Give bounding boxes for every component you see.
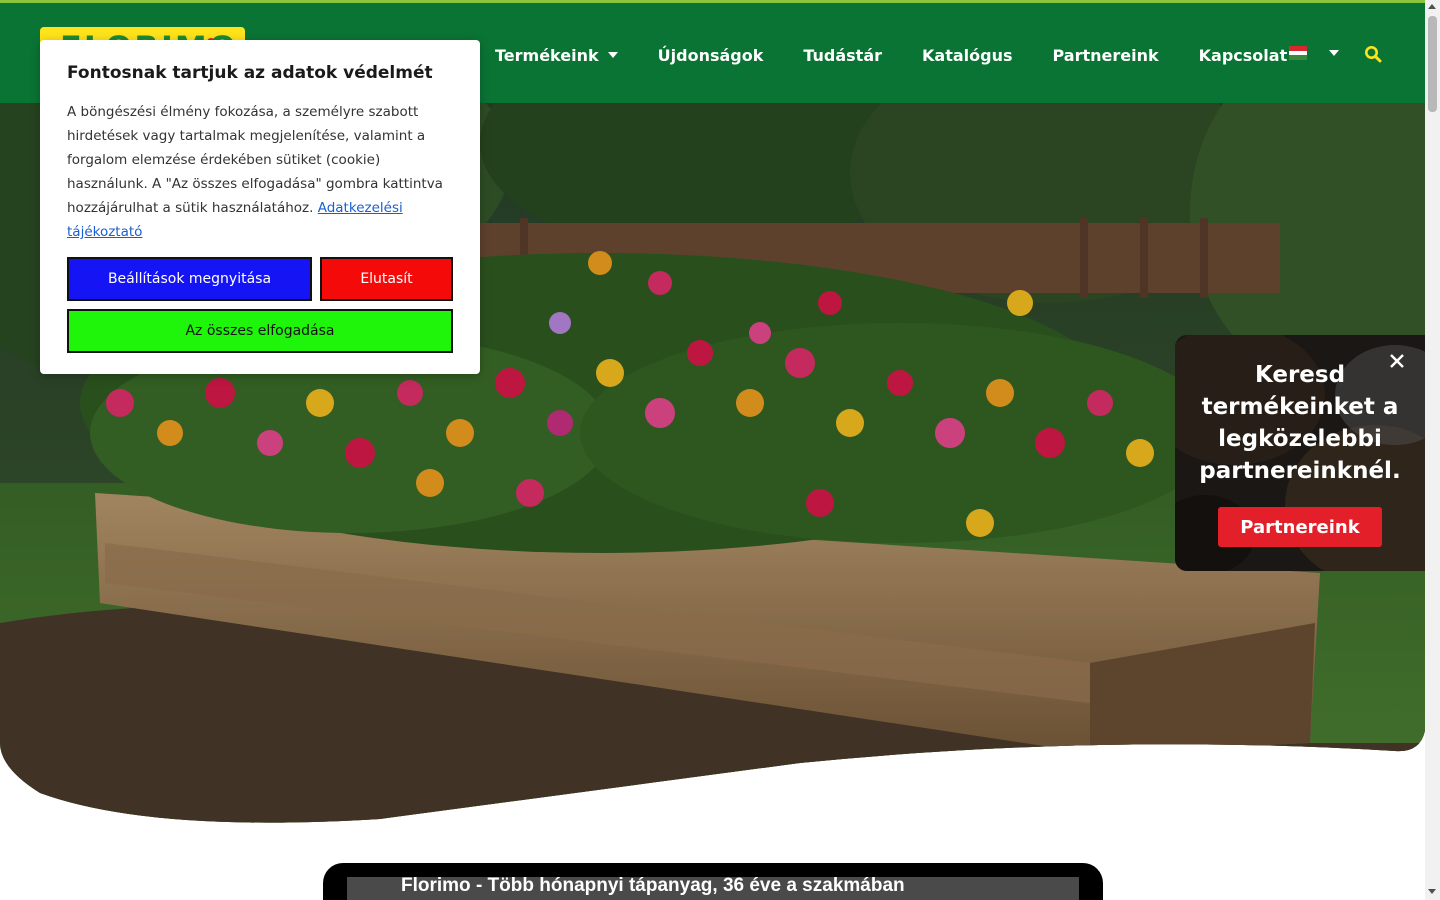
scroll-up-arrow-icon[interactable] bbox=[1428, 4, 1436, 9]
open-settings-button[interactable]: Beállítások megnyitása bbox=[67, 257, 312, 301]
nav-item-partnereink[interactable]: Partnereink bbox=[1053, 46, 1159, 65]
scroll-down-arrow-icon[interactable] bbox=[1428, 889, 1436, 894]
cookie-consent-dialog: Fontosnak tartjuk az adatok védelmét A b… bbox=[40, 40, 480, 374]
reject-button[interactable]: Elutasít bbox=[320, 257, 453, 301]
cookie-title: Fontosnak tartjuk az adatok védelmét bbox=[67, 63, 433, 83]
nav-item-katalogus[interactable]: Katalógus bbox=[922, 46, 1012, 65]
nav-item-tudastar[interactable]: Tudástár bbox=[803, 46, 882, 65]
nav-item-ujdonsagok[interactable]: Újdonságok bbox=[658, 46, 764, 65]
language-chevron-down-icon[interactable] bbox=[1329, 50, 1339, 56]
main-nav: Termékeink Újdonságok Tudástár Katalógus… bbox=[495, 41, 1327, 69]
partner-card-text: Keresd termékeinket a legközelebbi partn… bbox=[1199, 362, 1401, 484]
chevron-down-icon bbox=[607, 52, 618, 58]
page-scrollbar[interactable] bbox=[1425, 0, 1440, 900]
page: FLORIMO Termékeink Újdonságok Tudástár K… bbox=[0, 0, 1440, 900]
cookie-body: A böngészési élmény fokozása, a személyr… bbox=[67, 100, 457, 244]
scrollbar-thumb[interactable] bbox=[1428, 16, 1437, 112]
video-player[interactable]: Florimo - Több hónapnyi tápanyag, 36 éve… bbox=[323, 863, 1103, 900]
hungarian-flag-icon[interactable] bbox=[1289, 46, 1307, 61]
video-title: Florimo - Több hónapnyi tápanyag, 36 éve… bbox=[401, 875, 905, 896]
nav-label: Tudástár bbox=[803, 45, 883, 65]
nav-label: Kapcsolat bbox=[1198, 45, 1288, 65]
nav-label: Partnereink bbox=[1052, 45, 1159, 65]
nav-label: Újdonságok bbox=[657, 45, 764, 65]
accept-all-button[interactable]: Az összes elfogadása bbox=[67, 309, 453, 353]
partners-button[interactable]: Partnereink bbox=[1218, 507, 1382, 547]
partner-finder-card: Keresd termékeinket a legközelebbi partn… bbox=[1175, 335, 1425, 571]
search-icon[interactable] bbox=[1364, 45, 1382, 63]
nav-item-kapcsolat[interactable]: Kapcsolat bbox=[1199, 46, 1288, 65]
nav-item-termekeink[interactable]: Termékeink bbox=[495, 46, 618, 65]
nav-label: Termékeink bbox=[495, 45, 599, 65]
close-icon[interactable] bbox=[1388, 352, 1406, 370]
nav-label: Katalógus bbox=[922, 45, 1013, 65]
